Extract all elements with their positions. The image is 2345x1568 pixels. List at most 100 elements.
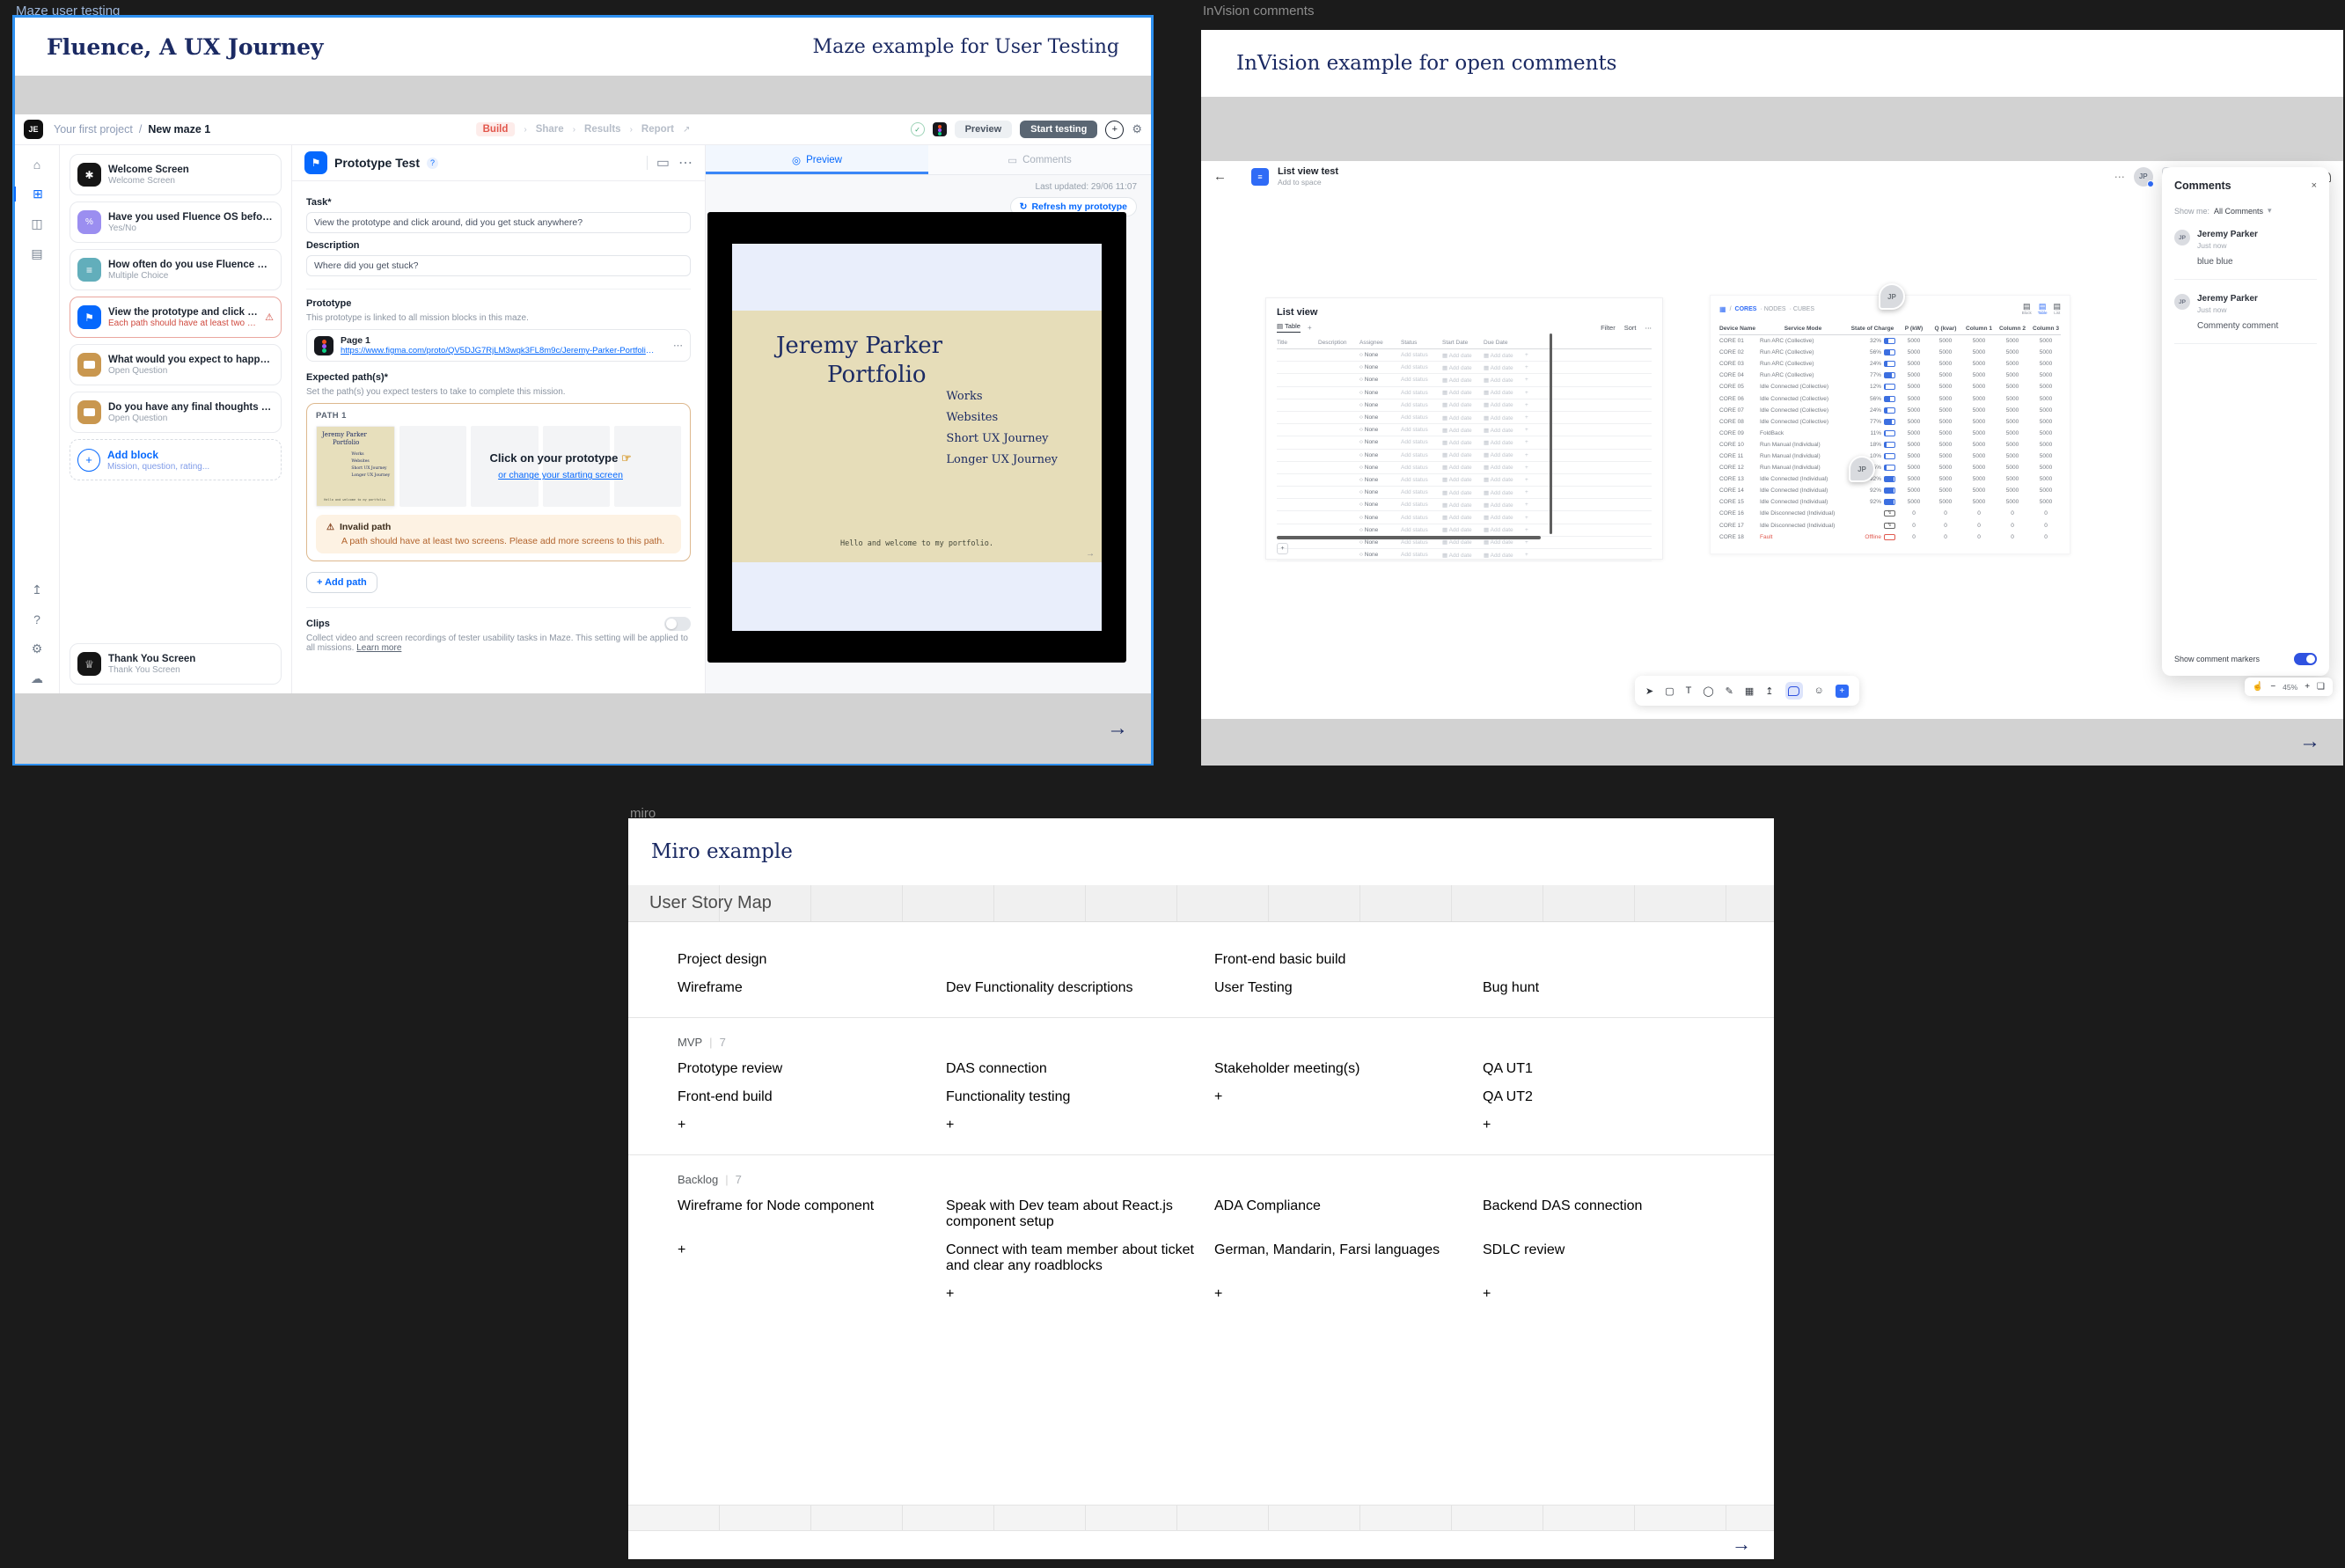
story-card[interactable]: Dev Functionality descriptions bbox=[946, 980, 1195, 996]
story-card[interactable]: ADA Compliance bbox=[1214, 1198, 1463, 1230]
story-card[interactable]: Wireframe bbox=[678, 980, 927, 996]
comment-tool-icon[interactable] bbox=[1785, 682, 1803, 700]
comment-marker[interactable]: JP bbox=[1879, 283, 1905, 310]
story-map-board[interactable]: Project design Front-end basic build Wir… bbox=[628, 922, 1774, 1559]
horizontal-scrollbar[interactable] bbox=[1277, 536, 1541, 539]
next-arrow-icon[interactable]: → bbox=[2299, 729, 2320, 754]
story-card[interactable]: QA UT2 bbox=[1483, 1089, 1732, 1105]
block-card[interactable]: Do you have any final thoughts on wh... … bbox=[70, 392, 282, 433]
story-card[interactable]: DAS connection bbox=[946, 1061, 1195, 1077]
select-cursor-icon[interactable]: ➤ bbox=[1645, 685, 1653, 697]
maze-step[interactable]: Results › bbox=[584, 124, 633, 135]
story-card[interactable]: + bbox=[946, 1286, 1195, 1302]
shape-tool-icon[interactable]: ◯ bbox=[1703, 685, 1713, 697]
help-icon[interactable]: ? bbox=[15, 612, 59, 626]
invite-button[interactable]: + bbox=[1105, 121, 1124, 139]
block-card[interactable]: Welcome Screen Welcome Screen bbox=[70, 154, 282, 195]
block-card[interactable]: View the prototype and click aro... Each… bbox=[70, 297, 282, 338]
core-table-screenshot[interactable]: ▦ / CORES · NODES· CUBES ▤ Block ▤ Table bbox=[1710, 295, 2070, 554]
maze-step-label[interactable]: Share bbox=[536, 124, 564, 135]
participants-icon[interactable]: ◫ bbox=[15, 216, 59, 231]
maze-step-label[interactable]: Report bbox=[641, 124, 674, 135]
show-markers-toggle[interactable] bbox=[2294, 653, 2317, 665]
story-card[interactable] bbox=[946, 952, 1195, 968]
info-icon[interactable]: ? bbox=[427, 158, 438, 169]
tab-comments[interactable]: ▭Comments bbox=[928, 145, 1151, 174]
more-options-icon[interactable]: ⋯ bbox=[2114, 171, 2125, 183]
story-card[interactable]: Project design bbox=[678, 952, 927, 968]
story-card[interactable]: + bbox=[678, 1117, 927, 1133]
story-card[interactable]: User Testing bbox=[1214, 980, 1463, 996]
story-card[interactable]: Stakeholder meeting(s) bbox=[1214, 1061, 1463, 1077]
more-options-icon[interactable]: ⋯ bbox=[678, 154, 693, 172]
story-card[interactable]: Speak with Dev team about React.js compo… bbox=[946, 1198, 1195, 1230]
zoom-out-icon[interactable]: − bbox=[2270, 682, 2275, 692]
block-card[interactable]: Have you used Fluence OS before? Yes/No bbox=[70, 201, 282, 243]
description-input[interactable] bbox=[306, 255, 691, 276]
avatar[interactable]: JP bbox=[2134, 167, 2153, 187]
maze-workspace-logo[interactable]: JE bbox=[24, 120, 43, 139]
comment-item[interactable]: JP Jeremy Parker Just now blue blue bbox=[2174, 230, 2317, 280]
results-chart-icon[interactable]: ▤ bbox=[15, 246, 59, 261]
pan-hand-icon[interactable]: ☝ bbox=[2253, 682, 2263, 692]
home-icon[interactable]: ⌂ bbox=[15, 158, 59, 172]
block-card[interactable]: How often do you use Fluence OS per ... … bbox=[70, 249, 282, 290]
task-input[interactable] bbox=[306, 212, 691, 233]
settings-gear-icon[interactable]: ⚙ bbox=[1132, 122, 1142, 136]
story-card[interactable]: Front-end build bbox=[678, 1089, 927, 1105]
tab-preview[interactable]: ◎Preview bbox=[706, 145, 928, 174]
more-options-icon[interactable]: ⋯ bbox=[673, 340, 683, 351]
breadcrumb-project[interactable]: Your first project bbox=[54, 123, 133, 136]
learn-more-link[interactable]: Learn more bbox=[356, 643, 401, 653]
story-card[interactable]: SDLC review bbox=[1483, 1242, 1732, 1274]
pencil-tool-icon[interactable]: ✎ bbox=[1726, 685, 1733, 697]
sticky-note-icon[interactable]: ▢ bbox=[1665, 685, 1674, 697]
thank-you-block-card[interactable]: Thank You Screen Thank You Screen bbox=[70, 643, 282, 685]
story-card[interactable]: Backend DAS connection bbox=[1483, 1198, 1732, 1230]
story-card[interactable]: + bbox=[1214, 1089, 1463, 1105]
story-card[interactable]: Bug hunt bbox=[1483, 980, 1732, 996]
preview-button[interactable]: Preview bbox=[955, 121, 1013, 138]
story-card[interactable]: QA UT1 bbox=[1483, 1061, 1732, 1077]
maze-step-label[interactable]: Results bbox=[584, 124, 621, 135]
change-starting-screen-link[interactable]: or change your starting screen bbox=[447, 470, 673, 480]
next-arrow-icon[interactable]: → bbox=[1107, 716, 1128, 741]
prototype-page-card[interactable]: Page 1 https://www.figma.com/proto/QV5DJ… bbox=[306, 329, 691, 362]
story-card[interactable]: Prototype review bbox=[678, 1061, 927, 1077]
next-arrow-icon[interactable]: → bbox=[1732, 1533, 1751, 1556]
page-url-link[interactable]: https://www.figma.com/proto/QV5DJG7RjLM3… bbox=[341, 346, 657, 355]
add-path-button[interactable]: + Add path bbox=[306, 572, 377, 593]
maze-step-label[interactable]: Build bbox=[476, 122, 516, 136]
upload-tool-icon[interactable]: ↥ bbox=[1765, 685, 1773, 697]
story-card[interactable]: German, Mandarin, Farsi languages bbox=[1214, 1242, 1463, 1274]
story-card[interactable]: + bbox=[1483, 1117, 1732, 1133]
upgrade-icon[interactable]: ↥ bbox=[15, 583, 59, 597]
comments-filter[interactable]: Show me: All Comments ▾ bbox=[2174, 206, 2317, 216]
story-card[interactable]: + bbox=[946, 1117, 1195, 1133]
maze-step[interactable]: Build › bbox=[476, 122, 527, 136]
story-card[interactable]: Connect with team member about ticket an… bbox=[946, 1242, 1195, 1274]
story-card[interactable]: Functionality testing bbox=[946, 1089, 1195, 1105]
portfolio-nav-link[interactable]: Websites bbox=[946, 411, 1058, 424]
figma-icon[interactable] bbox=[933, 122, 947, 136]
add-block-button[interactable]: + Add block Mission, question, rating... bbox=[70, 439, 282, 480]
add-to-space-link[interactable]: Add to space bbox=[1278, 178, 1338, 187]
story-card[interactable]: + bbox=[678, 1242, 927, 1274]
add-tool-icon[interactable]: + bbox=[1836, 685, 1849, 698]
text-tool-icon[interactable]: T bbox=[1686, 685, 1692, 696]
gear-icon[interactable]: ⚙ bbox=[15, 641, 59, 656]
comment-marker[interactable]: JP bbox=[1849, 456, 1875, 482]
device-icon[interactable]: ▭ bbox=[656, 154, 670, 172]
sticker-tool-icon[interactable]: ☺ bbox=[1814, 685, 1824, 696]
portfolio-nav-link[interactable]: Longer UX Journey bbox=[946, 453, 1058, 466]
vertical-scrollbar[interactable] bbox=[1550, 333, 1552, 534]
start-testing-button[interactable]: Start testing bbox=[1020, 121, 1097, 138]
cloud-icon[interactable]: ☁ bbox=[15, 671, 59, 686]
block-card[interactable]: What would you expect to happen on... Op… bbox=[70, 344, 282, 385]
story-card[interactable] bbox=[678, 1286, 927, 1302]
maze-step[interactable]: Share › bbox=[536, 124, 575, 135]
clips-toggle[interactable] bbox=[664, 617, 691, 631]
blocks-icon[interactable]: ⊞ bbox=[14, 187, 60, 201]
story-card[interactable] bbox=[1214, 1117, 1463, 1133]
layers-icon[interactable]: ❏ bbox=[2317, 682, 2325, 692]
